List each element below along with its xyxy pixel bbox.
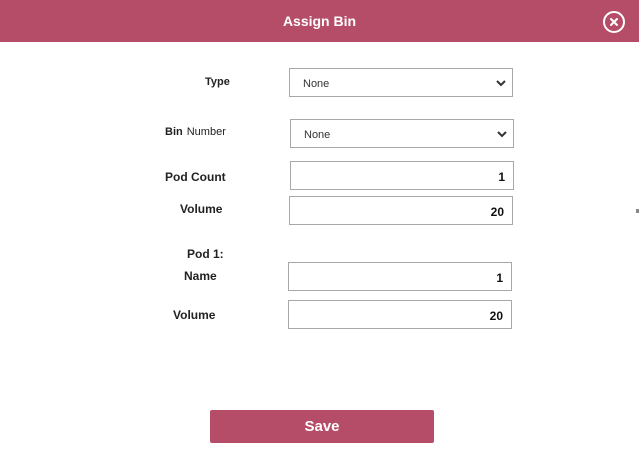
type-select-value: None [303, 78, 330, 90]
close-icon [610, 18, 618, 26]
bin-number-select[interactable]: None [290, 119, 514, 148]
chevron-down-icon [497, 131, 507, 138]
pod-section-title: Pod 1: [187, 247, 224, 261]
pod-count-label: Pod Count [165, 170, 226, 184]
dialog-title: Assign Bin [282, 13, 357, 29]
bin-number-label-bold: Bin [165, 126, 183, 138]
volume-label: Volume [180, 202, 223, 216]
pod-volume-value: 20 [489, 309, 503, 323]
pod-volume-input[interactable]: 20 [288, 300, 512, 329]
pod-count-input[interactable]: 1 [290, 161, 514, 190]
pod-name-value: 1 [496, 271, 503, 285]
bin-number-select-value: None [304, 129, 331, 141]
type-select[interactable]: None [289, 68, 513, 97]
bin-number-label: Bin Number [165, 126, 226, 138]
pod-count-value: 1 [498, 170, 505, 184]
type-label: Type [205, 76, 230, 88]
pod-volume-label: Volume [173, 308, 216, 322]
chevron-down-icon [496, 80, 506, 87]
volume-value: 20 [490, 205, 504, 219]
close-button[interactable] [603, 11, 625, 33]
dialog-header: Assign Bin [0, 0, 639, 42]
save-button[interactable]: Save [210, 410, 434, 443]
pod-name-input[interactable]: 1 [288, 262, 512, 291]
pod-name-label: Name [184, 269, 217, 283]
assign-bin-dialog: Assign Bin Type None Bin Number None Pod … [0, 0, 639, 472]
volume-input[interactable]: 20 [289, 196, 513, 225]
bin-number-label-normal: Number [186, 126, 226, 138]
